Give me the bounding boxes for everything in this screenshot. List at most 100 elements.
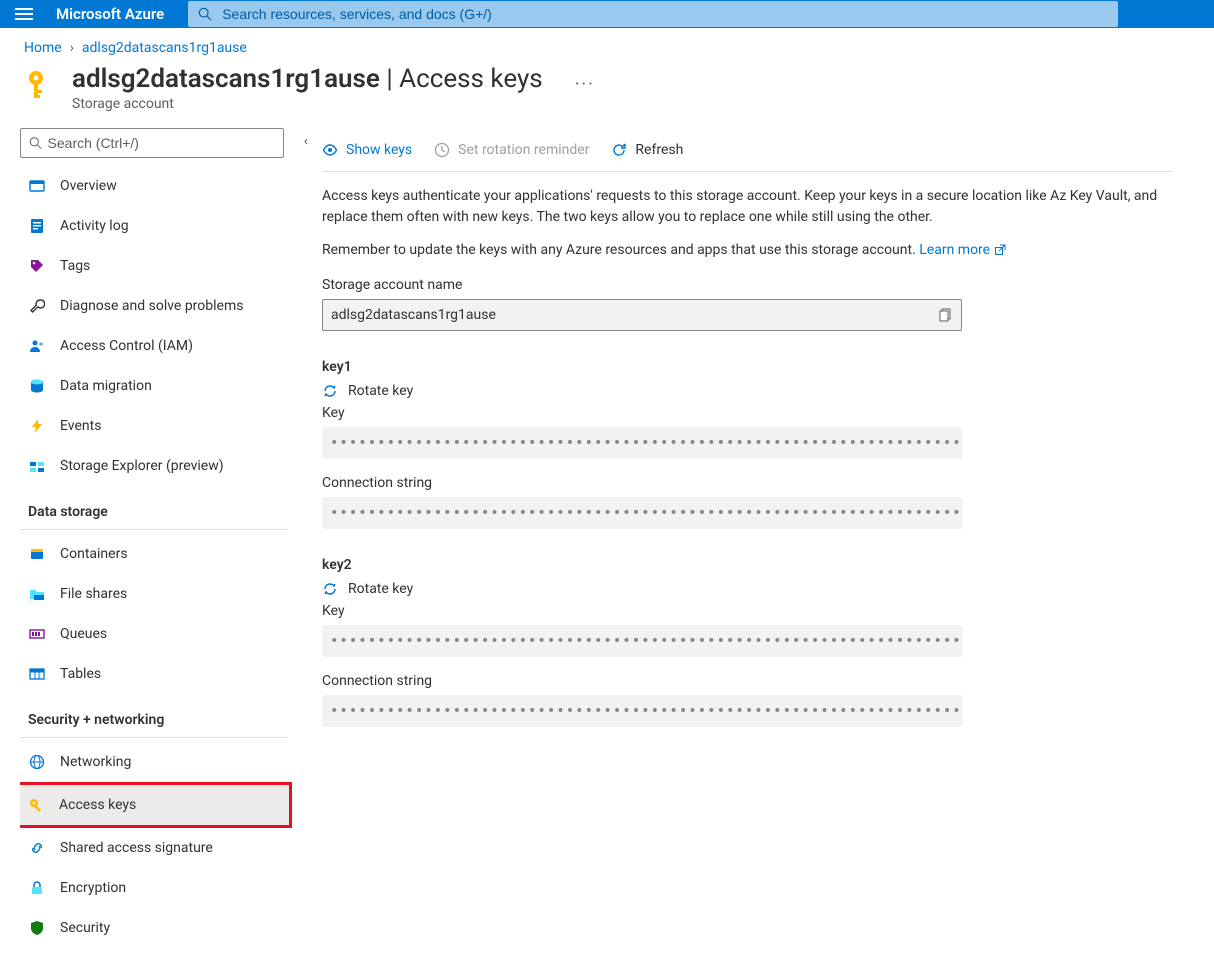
storage-account-name-value: adlsg2datascans1rg1ause: [331, 307, 496, 323]
key2-cs-label: Connection string: [322, 673, 1172, 689]
sidebar-item-label: Access Control (IAM): [60, 338, 193, 354]
global-search-input[interactable]: [220, 5, 1108, 23]
refresh-icon: [611, 142, 627, 158]
content-toolbar: Show keys Set rotation reminder Refresh: [322, 128, 1172, 172]
sidebar-item-label: Tags: [60, 258, 90, 274]
sidebar-item-tags[interactable]: Tags: [20, 246, 306, 286]
storage-account-name-label: Storage account name: [322, 277, 1172, 293]
breadcrumb: Home › adlsg2datascans1rg1ause: [0, 28, 1214, 64]
sidebar-item-containers[interactable]: Containers: [20, 534, 306, 574]
breadcrumb-home[interactable]: Home: [24, 40, 62, 56]
log-icon: [28, 217, 46, 235]
sidebar-item-data-migration[interactable]: Data migration: [20, 366, 306, 406]
globe-icon: [28, 753, 46, 771]
lightning-icon: [28, 417, 46, 435]
global-search[interactable]: [188, 1, 1118, 27]
sidebar-item-activity-log[interactable]: Activity log: [20, 206, 306, 246]
sidebar-item-label: Security: [60, 920, 110, 936]
sidebar-item-label: Overview: [60, 178, 117, 194]
sidebar-item-label: Containers: [60, 546, 128, 562]
page-title: adlsg2datascans1rg1ause | Access keys: [72, 64, 543, 94]
key-icon: [24, 68, 56, 100]
overview-icon: [28, 177, 46, 195]
sidebar-item-label: Events: [60, 418, 101, 434]
key1-key-field: ••••••••••••••••••••••••••••••••••••••••…: [322, 427, 962, 459]
brand-label[interactable]: Microsoft Azure: [48, 5, 188, 23]
sidebar-item-storage-explorer[interactable]: Storage Explorer (preview): [20, 446, 306, 486]
copy-button[interactable]: [939, 308, 953, 322]
breadcrumb-resource[interactable]: adlsg2datascans1rg1ause: [82, 40, 247, 56]
key2-key-label: Key: [322, 603, 1172, 619]
explorer-icon: [28, 457, 46, 475]
storage-account-name-field: adlsg2datascans1rg1ause: [322, 299, 962, 331]
table-icon: [28, 665, 46, 683]
sidebar-item-label: Networking: [60, 754, 131, 770]
key2-key-field: ••••••••••••••••••••••••••••••••••••••••…: [322, 625, 962, 657]
key1-cs-field: ••••••••••••••••••••••••••••••••••••••••…: [322, 497, 962, 529]
more-actions-button[interactable]: ···: [575, 64, 595, 95]
global-header: Microsoft Azure: [0, 0, 1214, 28]
sidebar-group-data-storage: Data storage: [20, 494, 288, 530]
sidebar-item-label: Activity log: [60, 218, 129, 234]
wrench-icon: [28, 297, 46, 315]
shield-icon: [28, 919, 46, 937]
show-keys-button[interactable]: Show keys: [322, 142, 412, 158]
page-title-row: adlsg2datascans1rg1ause | Access keys St…: [0, 64, 1214, 112]
key2-cs-field: ••••••••••••••••••••••••••••••••••••••••…: [322, 695, 962, 727]
description-text-1: Access keys authenticate your applicatio…: [322, 186, 1172, 228]
sidebar-item-file-shares[interactable]: File shares: [20, 574, 306, 614]
resource-type-label: Storage account: [72, 96, 543, 112]
sidebar-item-access-keys[interactable]: Access keys: [20, 785, 289, 825]
clock-icon: [434, 142, 450, 158]
database-icon: [28, 377, 46, 395]
sidebar-item-overview[interactable]: Overview: [20, 166, 306, 206]
sidebar-item-tables[interactable]: Tables: [20, 654, 306, 694]
sidebar-item-label: Shared access signature: [60, 840, 213, 856]
sidebar-group-security: Security + networking: [20, 702, 288, 738]
sidebar-item-iam[interactable]: Access Control (IAM): [20, 326, 306, 366]
key1-cs-label: Connection string: [322, 475, 1172, 491]
sidebar-item-label: Data migration: [60, 378, 152, 394]
sidebar-item-label: Tables: [60, 666, 101, 682]
main-content: Show keys Set rotation reminder Refresh …: [310, 128, 1180, 946]
highlighted-nav-item: Access keys: [20, 782, 292, 828]
refresh-button[interactable]: Refresh: [611, 142, 683, 158]
sidebar-item-networking[interactable]: Networking: [20, 742, 306, 782]
hamburger-menu[interactable]: [0, 0, 48, 28]
queue-icon: [28, 625, 46, 643]
key1-key-label: Key: [322, 405, 1172, 421]
sidebar-item-diagnose[interactable]: Diagnose and solve problems: [20, 286, 306, 326]
key1-heading: key1: [322, 359, 1172, 375]
lock-icon: [28, 879, 46, 897]
sidebar-item-label: Diagnose and solve problems: [60, 298, 243, 314]
learn-more-link[interactable]: Learn more: [919, 242, 1005, 258]
search-icon: [198, 7, 212, 21]
sidebar-item-security[interactable]: Security: [20, 908, 306, 946]
sidebar-item-queues[interactable]: Queues: [20, 614, 306, 654]
sidebar-search-input[interactable]: [46, 134, 275, 152]
description-text-2: Remember to update the keys with any Azu…: [322, 240, 1172, 261]
sidebar-item-label: Queues: [60, 626, 107, 642]
resource-sidebar: ‹‹ Overview Activity log Tags Diagnose a…: [0, 128, 310, 946]
sidebar-search[interactable]: [20, 128, 284, 158]
sidebar-item-label: File shares: [60, 586, 127, 602]
set-rotation-reminder-button[interactable]: Set rotation reminder: [434, 142, 589, 158]
people-icon: [28, 337, 46, 355]
link-icon: [28, 839, 46, 857]
key-icon: [27, 796, 45, 814]
sidebar-item-encryption[interactable]: Encryption: [20, 868, 306, 908]
rotate-key2-button[interactable]: Rotate key: [322, 581, 1172, 597]
sidebar-item-label: Storage Explorer (preview): [60, 458, 224, 474]
tag-icon: [28, 257, 46, 275]
sidebar-item-events[interactable]: Events: [20, 406, 306, 446]
chevron-right-icon: ›: [70, 40, 74, 56]
sidebar-item-label: Encryption: [60, 880, 126, 896]
eye-icon: [322, 142, 338, 158]
rotate-icon: [322, 581, 338, 597]
folder-icon: [28, 585, 46, 603]
search-icon: [29, 136, 42, 150]
copy-icon: [939, 308, 953, 322]
sidebar-item-sas[interactable]: Shared access signature: [20, 828, 306, 868]
container-icon: [28, 545, 46, 563]
rotate-key1-button[interactable]: Rotate key: [322, 383, 1172, 399]
